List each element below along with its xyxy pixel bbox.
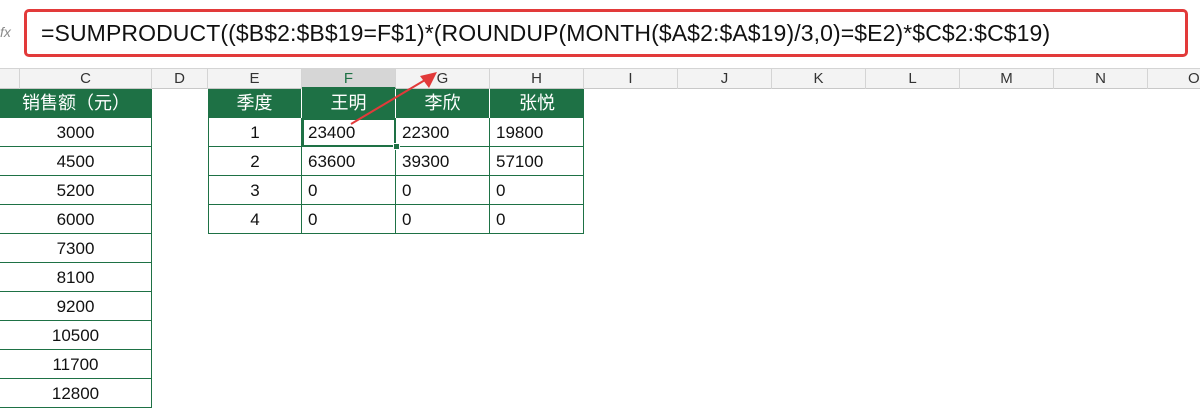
column-header-c[interactable]: C (20, 69, 152, 89)
column-header-o[interactable]: O (1148, 69, 1200, 89)
summary-header-wangming[interactable]: 王明 (302, 89, 396, 118)
value-cell[interactable]: 0 (302, 176, 396, 205)
sales-cell[interactable]: 5200 (0, 176, 152, 205)
column-header-j[interactable]: J (678, 69, 772, 89)
sales-cell[interactable]: 7300 (0, 234, 152, 263)
sales-header[interactable]: 销售额（元） (0, 89, 152, 118)
value-cell[interactable]: 0 (302, 205, 396, 234)
column-header-n[interactable]: N (1054, 69, 1148, 89)
sales-cell[interactable]: 6000 (0, 205, 152, 234)
formula-text: =SUMPRODUCT(($B$2:$B$19=F$1)*(ROUNDUP(MO… (41, 20, 1051, 46)
column-header-f[interactable]: F (302, 69, 396, 89)
column-header-l[interactable]: L (866, 69, 960, 89)
sales-cell[interactable]: 11700 (0, 350, 152, 379)
value-cell[interactable]: 0 (396, 176, 490, 205)
sales-cell[interactable]: 9200 (0, 292, 152, 321)
value-cell[interactable]: 39300 (396, 147, 490, 176)
formula-input[interactable]: =SUMPRODUCT(($B$2:$B$19=F$1)*(ROUNDUP(MO… (24, 9, 1188, 57)
value-cell[interactable]: 63600 (302, 147, 396, 176)
value-cell[interactable]: 0 (490, 176, 584, 205)
summary-header-lixin[interactable]: 李欣 (396, 89, 490, 118)
sales-cell[interactable]: 12800 (0, 379, 152, 408)
value-cell[interactable]: 0 (396, 205, 490, 234)
column-header-row: C D E F G H I J K L M N O (0, 68, 1200, 89)
sales-cell[interactable]: 4500 (0, 147, 152, 176)
column-header-m[interactable]: M (960, 69, 1054, 89)
quarter-cell[interactable]: 3 (208, 176, 302, 205)
quarter-cell[interactable]: 2 (208, 147, 302, 176)
summary-header-zhangyue[interactable]: 张悦 (490, 89, 584, 118)
column-header-h[interactable]: H (490, 69, 584, 89)
column-header-partial[interactable] (0, 69, 20, 89)
value-cell[interactable]: 0 (490, 205, 584, 234)
sales-cell[interactable]: 3000 (0, 118, 152, 147)
value-cell[interactable]: 22300 (396, 118, 490, 147)
column-header-k[interactable]: K (772, 69, 866, 89)
sales-cell[interactable]: 8100 (0, 263, 152, 292)
fill-handle[interactable] (393, 143, 400, 150)
selected-cell-f2[interactable]: 23400 (302, 118, 396, 147)
column-header-d[interactable]: D (152, 69, 208, 89)
column-header-e[interactable]: E (208, 69, 302, 89)
column-header-g[interactable]: G (396, 69, 490, 89)
quarter-cell[interactable]: 4 (208, 205, 302, 234)
formula-bar: fx =SUMPRODUCT(($B$2:$B$19=F$1)*(ROUNDUP… (0, 0, 1200, 68)
value-cell[interactable]: 57100 (490, 147, 584, 176)
spreadsheet-grid: 销售额（元） 3000 4500 5200 6000 7300 8100 920… (0, 89, 1200, 408)
fx-icon[interactable]: fx (0, 24, 11, 40)
quarter-cell[interactable]: 1 (208, 118, 302, 147)
column-header-i[interactable]: I (584, 69, 678, 89)
sales-cell[interactable]: 10500 (0, 321, 152, 350)
summary-header-quarter[interactable]: 季度 (208, 89, 302, 118)
value-cell[interactable]: 19800 (490, 118, 584, 147)
